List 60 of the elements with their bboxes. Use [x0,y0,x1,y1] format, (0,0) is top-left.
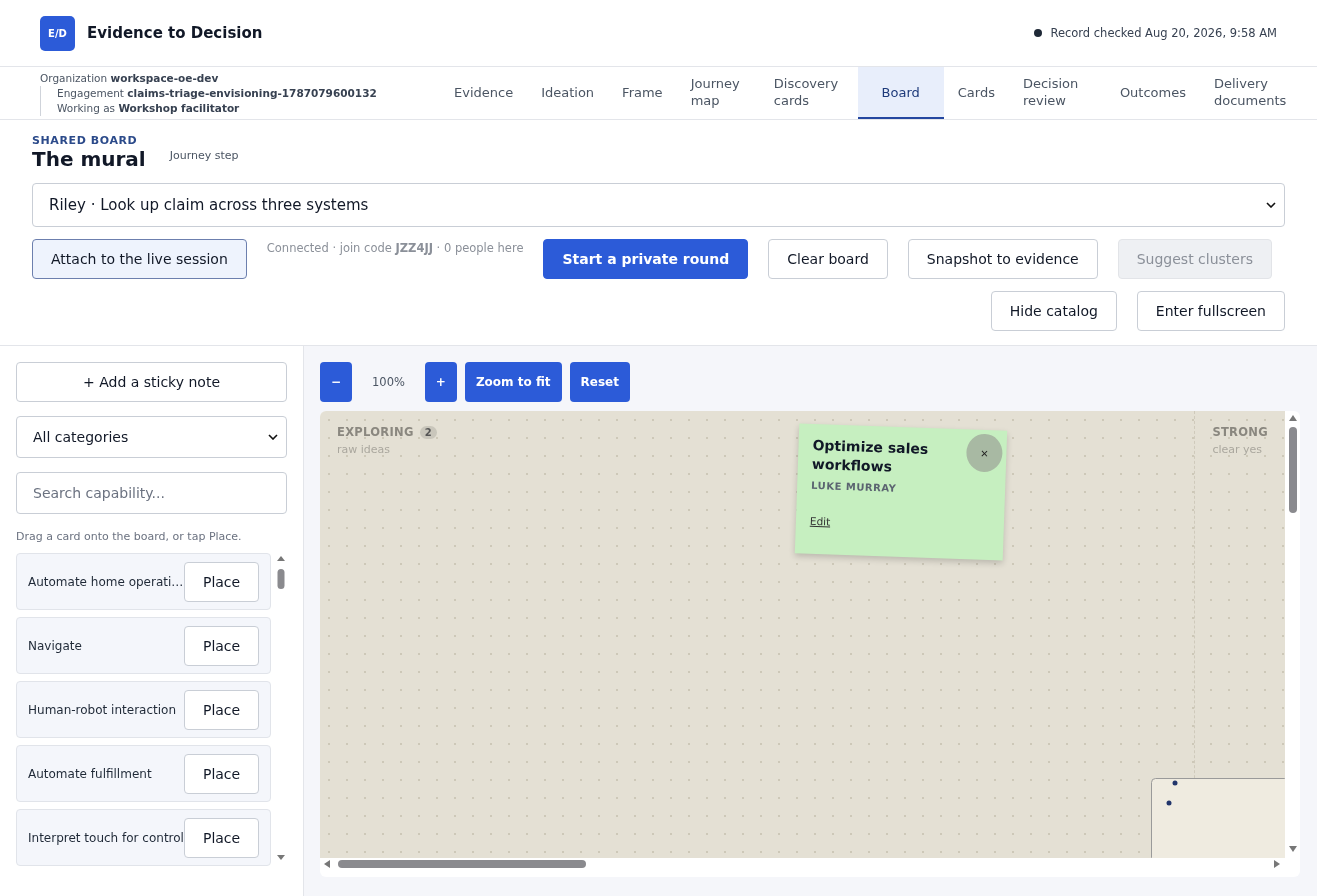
connection-status: Connected · join code JZZ4JJ · 0 people here [266,241,524,255]
catalog-hint: Drag a card onto the board, or tap Place. [16,530,243,543]
place-button[interactable]: Place [183,625,260,666]
board-title: The mural [32,147,146,171]
edit-link[interactable]: Edit [809,514,831,528]
action-button[interactable]: Clear board [768,239,888,279]
capability-name: Automate home operati… [28,574,184,589]
nav-tab[interactable]: Ideation [527,67,609,119]
search-field[interactable]: Search capability... [16,472,287,514]
chevron-down-icon [1266,202,1276,208]
sticky-title: Optimize sales workflows [811,435,930,477]
zoom-out-button[interactable]: − [320,362,352,402]
capability-name: Navigate [28,638,82,653]
lane-subtitle: raw ideas [337,443,391,456]
journey-step-select[interactable]: Riley · Look up claim across three systems [32,183,1285,227]
add-sticky-button[interactable]: + Add a sticky note [16,362,287,402]
nav-tab[interactable]: Decision review [1008,67,1106,119]
category-select[interactable]: All categories [16,416,287,458]
sticky-author: LUKE MURRAY [811,479,898,496]
zoom-level: 100% [371,375,406,389]
reset-button[interactable]: Reset [569,362,630,402]
lane-subtitle: clear yes [1212,443,1262,456]
nav-tab[interactable]: Board [857,67,944,119]
app-logo: E/D [40,15,75,51]
status-dot-icon [1034,29,1043,37]
nav-tab[interactable]: Frame [608,67,677,119]
place-button[interactable]: Place [183,817,260,858]
capability-name: Automate fulfillment [28,766,152,781]
context-line: Organization workspace-oe-dev [40,70,220,86]
context-line: Working as Workshop facilitator [40,100,440,116]
place-button[interactable]: Place [183,561,260,602]
view-button[interactable]: Hide catalog [990,291,1117,331]
lane-count: 2 [419,425,437,439]
action-button[interactable]: Snapshot to evidence [907,239,1098,279]
zoom-in-button[interactable]: + [424,362,457,402]
lane-title: EXPLORING [337,425,414,439]
section-eyebrow: SHARED BOARD [32,134,139,147]
app-title: Evidence to Decision [87,24,263,42]
place-button[interactable]: Place [183,753,260,794]
close-button[interactable]: × [965,433,1004,473]
nav-tab[interactable]: Evidence [440,67,528,119]
action-button[interactable]: Start a private round [543,239,749,279]
context-line: Engagement claims-triage-envisioning-1787079600132 [40,85,440,101]
nav-tab[interactable]: Discovery cards [759,67,858,119]
attach-session-button[interactable]: Attach to the live session [32,239,247,279]
place-button[interactable]: Place [183,689,260,730]
capability-name: Interpret touch for control [28,830,184,845]
journey-step-label: Journey step [169,149,239,162]
nav-tab[interactable]: Outcomes [1105,67,1200,119]
capability-name: Human-robot interaction [28,702,176,717]
nav-tab[interactable]: Delivery documents [1200,67,1305,119]
chevron-down-icon [268,434,278,440]
nav-tab[interactable]: Journey map [676,67,760,119]
view-button[interactable]: Enter fullscreen [1136,291,1285,331]
nav-tab[interactable]: Cards [943,67,1009,119]
minimap-drawing[interactable] [1151,778,1285,858]
record-status: Record checked Aug 20, 2026, 9:58 AM [1050,26,1277,40]
zoom-to-fit-button[interactable]: Zoom to fit [464,362,562,402]
sticky-note[interactable]: Optimize sales workflows LUKE MURRAY Edit × [794,423,1008,561]
lane-title: STRONG [1212,425,1268,439]
